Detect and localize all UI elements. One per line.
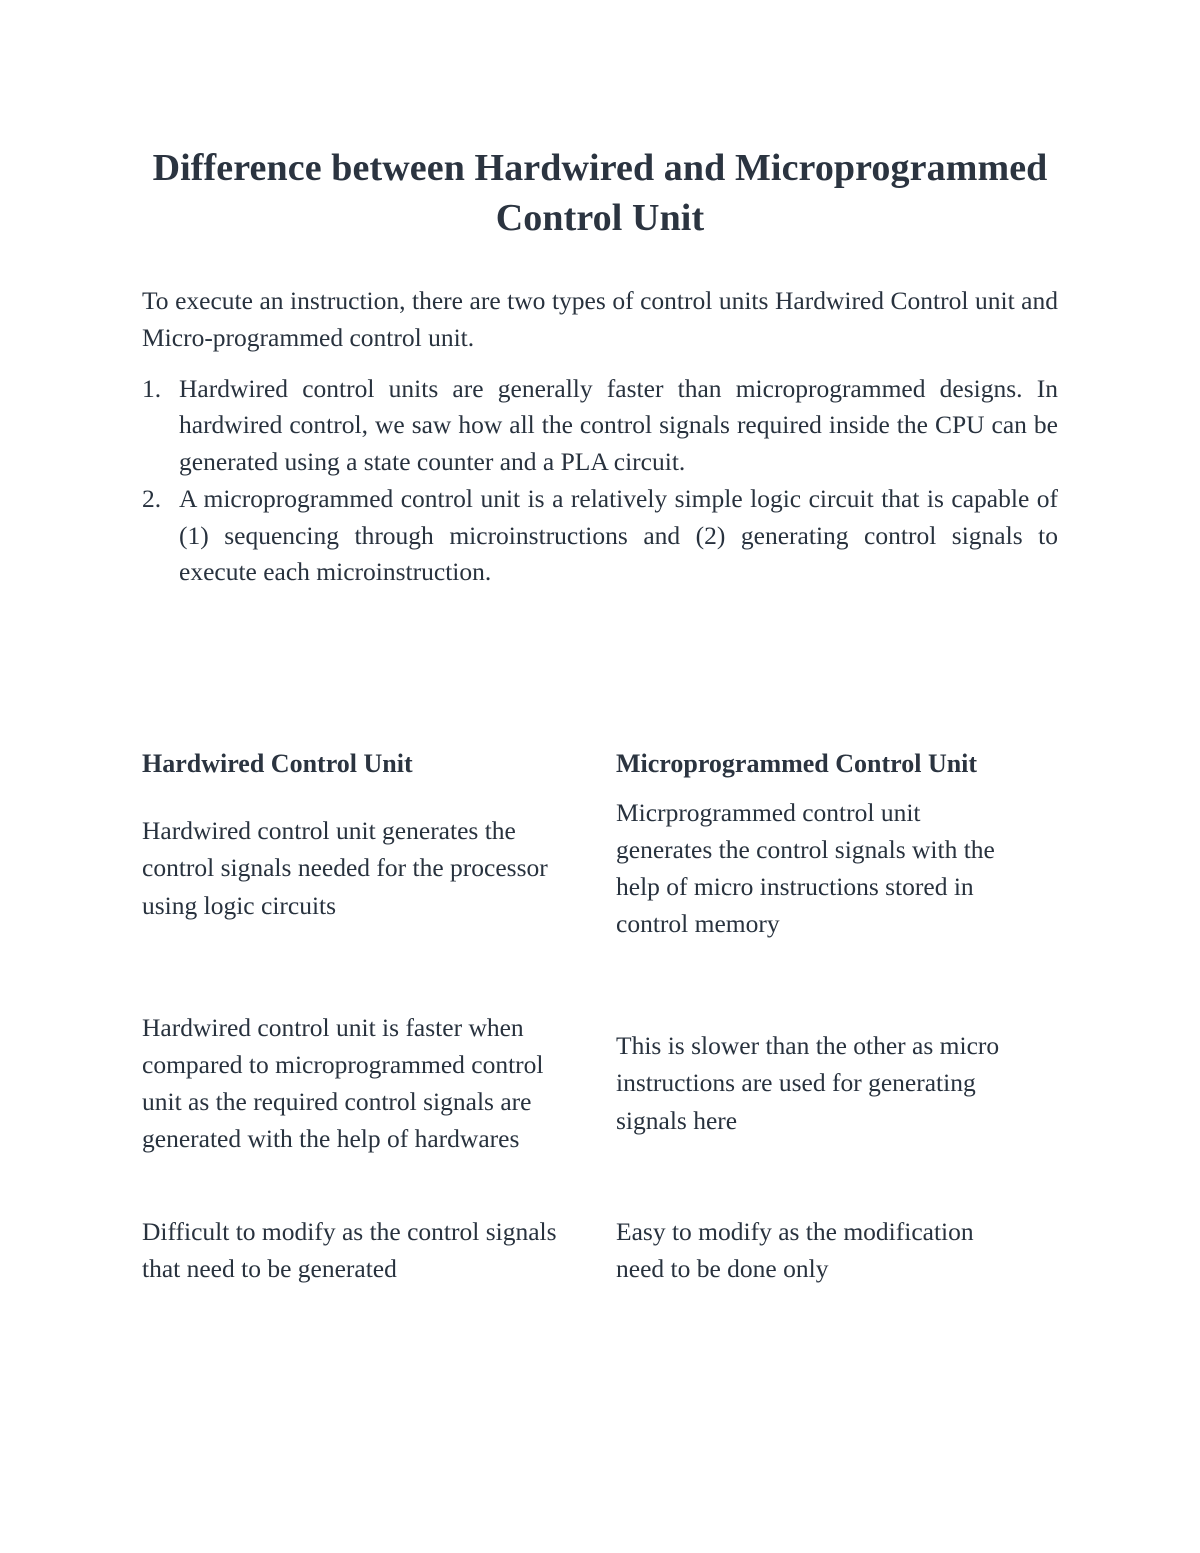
cell-hardwired: Difficult to modify as the control signa… (142, 1217, 557, 1284)
table-row: Difficult to modify as the control signa… (142, 1213, 1058, 1323)
list-item: 1. Hardwired control units are generally… (142, 371, 1058, 481)
table-row: Hardwired control unit is faster when co… (142, 953, 1058, 1213)
cell-microprogrammed: This is slower than the other as micro i… (616, 1031, 1000, 1135)
cell-microprogrammed: Micrprogrammed control unit generates th… (616, 797, 995, 939)
intro-paragraph: To execute an instruction, there are two… (142, 286, 1058, 353)
list-item-marker: 2. (142, 483, 162, 513)
column-header-microprogrammed: Microprogrammed Control Unit (616, 749, 978, 779)
column-header-hardwired: Hardwired Control Unit (142, 749, 413, 779)
list-item-text: Hardwired control units are generally fa… (179, 373, 1058, 477)
table-header-row: Hardwired Control Unit Microprogrammed C… (142, 687, 1058, 783)
page-title: Difference between Hardwired and Micropr… (152, 147, 1048, 240)
list-item-text: A microprogrammed control unit is a rela… (179, 483, 1058, 587)
cell-hardwired: Hardwired control unit is faster when co… (142, 1012, 544, 1154)
comparison-table: Hardwired Control Unit Microprogrammed C… (142, 687, 1058, 1323)
numbered-list: 1. Hardwired control units are generally… (142, 371, 1058, 591)
list-item-marker: 1. (142, 373, 162, 403)
table-row: Hardwired control unit generates the con… (142, 783, 1058, 953)
cell-microprogrammed: Easy to modify as the modification need … (616, 1217, 974, 1284)
document-page: Difference between Hardwired and Micropr… (0, 0, 1200, 1553)
cell-hardwired: Hardwired control unit generates the con… (142, 816, 548, 920)
list-item: 2. A microprogrammed control unit is a r… (142, 481, 1058, 591)
